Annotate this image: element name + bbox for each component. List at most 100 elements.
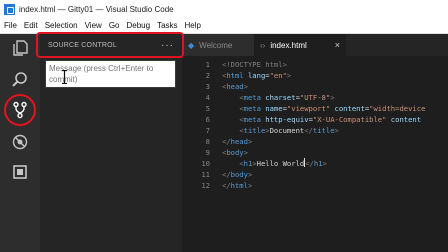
- line-number: 11: [201, 170, 210, 179]
- code-token: Document: [269, 126, 305, 135]
- code-token: >: [247, 137, 253, 146]
- vscode-icon: ◆: [188, 40, 195, 50]
- editor-tabs: ◆ Welcome ‹› index.html ×: [182, 34, 448, 56]
- code-token: >: [322, 159, 327, 168]
- tab-label: Welcome: [199, 40, 233, 50]
- code-line[interactable]: 12 </html>: [182, 180, 448, 191]
- code-text: <head>: [222, 82, 248, 91]
- code-token: html: [226, 71, 244, 80]
- code-line[interactable]: 11 </body>: [182, 169, 448, 180]
- line-number: 9: [205, 148, 210, 157]
- line-number: 8: [205, 137, 210, 146]
- code-token: lang: [247, 71, 266, 80]
- search-icon[interactable]: [8, 68, 32, 92]
- code-line[interactable]: 1 <!DOCTYPE html>: [182, 59, 448, 70]
- code-text: </html>: [222, 181, 252, 190]
- vscode-app-icon: [4, 3, 15, 15]
- code-token: Hello World: [256, 159, 305, 168]
- line-number: 7: [205, 126, 210, 135]
- line-number: 10: [201, 159, 210, 168]
- code-token: title: [312, 126, 335, 135]
- extensions-icon[interactable]: [8, 160, 32, 184]
- code-token: meta: [243, 115, 261, 124]
- code-token: head: [226, 82, 244, 91]
- code-token: </: [222, 137, 231, 146]
- code-token: "viewport": [286, 104, 331, 113]
- menu-tasks[interactable]: Tasks: [154, 21, 180, 30]
- code-token: body: [230, 170, 248, 179]
- code-token: "en": [269, 71, 287, 80]
- code-token: >: [247, 181, 253, 190]
- menu-debug[interactable]: Debug: [123, 21, 153, 30]
- code-token: h1: [243, 159, 253, 168]
- code-token: </: [305, 159, 314, 168]
- tab-label: index.html: [270, 40, 307, 50]
- code-text: </head>: [222, 137, 252, 146]
- code-token: "width=device: [369, 104, 426, 113]
- text-cursor-icon: [62, 70, 67, 84]
- code-token: >: [247, 170, 253, 179]
- code-token: title: [243, 126, 266, 135]
- code-line[interactable]: 8 </head>: [182, 136, 448, 147]
- code-line[interactable]: 7 <title>Document</title>: [182, 125, 448, 136]
- code-editor[interactable]: 1 <!DOCTYPE html> 2 <html lang="en"> 3 <head>…: [182, 56, 448, 252]
- files-icon[interactable]: [8, 36, 32, 60]
- menu-go[interactable]: Go: [106, 21, 123, 30]
- source-control-panel: SOURCE CONTROL ···: [40, 34, 182, 252]
- line-number: 3: [205, 82, 210, 91]
- code-token: head: [230, 137, 248, 146]
- menu-file[interactable]: File: [1, 21, 20, 30]
- code-text: </body>: [222, 170, 252, 179]
- line-number: 2: [205, 71, 210, 80]
- menu-selection[interactable]: Selection: [42, 21, 81, 30]
- html-icon: ‹›: [260, 40, 266, 50]
- code-token: >: [243, 82, 248, 91]
- code-token: http-equiv: [265, 115, 309, 124]
- line-number: 12: [201, 181, 210, 190]
- code-line[interactable]: 6 <meta http-equiv="X-UA-Compatible" con…: [182, 114, 448, 125]
- line-number: 4: [205, 93, 210, 102]
- code-token: body: [226, 148, 244, 157]
- code-token: <!DOCTYPE html>: [222, 60, 287, 69]
- code-token: >: [330, 93, 335, 102]
- menu-help[interactable]: Help: [182, 21, 204, 30]
- code-token: name: [265, 104, 283, 113]
- code-token: >: [334, 126, 339, 135]
- code-text: <title>Document</title>: [222, 126, 339, 135]
- code-line[interactable]: 10 <h1>Hello World</h1>: [182, 158, 448, 169]
- code-text: <meta name="viewport" content="width=dev…: [222, 104, 425, 113]
- close-icon[interactable]: ×: [335, 40, 340, 50]
- tab-welcome[interactable]: ◆ Welcome: [182, 34, 254, 56]
- code-text: <html lang="en">: [222, 71, 291, 80]
- annotation-rectangle: [36, 32, 184, 58]
- line-number: 1: [205, 60, 210, 69]
- activity-bar: [0, 34, 40, 252]
- code-text: <body>: [222, 148, 248, 157]
- code-token: meta: [243, 104, 261, 113]
- window-title: index.html — Gitty01 — Visual Studio Cod…: [19, 4, 174, 14]
- code-token: content: [390, 115, 422, 124]
- menu-edit[interactable]: Edit: [21, 21, 41, 30]
- code-text: <!DOCTYPE html>: [222, 60, 287, 69]
- code-line[interactable]: 9 <body>: [182, 147, 448, 158]
- debug-icon[interactable]: [8, 130, 32, 154]
- code-token: "UTF-8": [299, 93, 331, 102]
- code-token: meta: [243, 93, 261, 102]
- code-line[interactable]: 3 <head>: [182, 81, 448, 92]
- code-text: <h1>Hello World</h1>: [222, 158, 327, 168]
- code-text: <meta http-equiv="X-UA-Compatible" conte…: [222, 115, 421, 124]
- code-token: html: [230, 181, 248, 190]
- code-token: </: [222, 181, 231, 190]
- menu-view[interactable]: View: [82, 21, 105, 30]
- code-line[interactable]: 4 <meta charset="UTF-8">: [182, 92, 448, 103]
- annotation-circle: [4, 94, 36, 126]
- code-token: >: [286, 71, 292, 80]
- code-line[interactable]: 5 <meta name="viewport" content="width=d…: [182, 103, 448, 114]
- line-number: 5: [205, 104, 210, 113]
- code-line[interactable]: 2 <html lang="en">: [182, 70, 448, 81]
- code-token: h1: [313, 159, 323, 168]
- tab-index-html[interactable]: ‹› index.html ×: [254, 34, 346, 56]
